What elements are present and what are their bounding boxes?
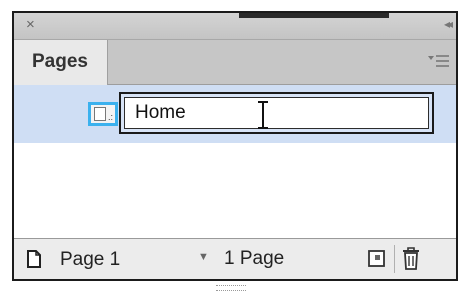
canvas: × ◂◂ Pages .: Home Page 1 ▼ 1 Page bbox=[0, 0, 460, 295]
new-page-icon[interactable] bbox=[366, 247, 388, 269]
panel-titlebar[interactable]: × ◂◂ bbox=[14, 13, 456, 40]
page-row[interactable]: .: bbox=[14, 85, 456, 143]
close-icon[interactable]: × bbox=[26, 17, 35, 33]
page-rename-field[interactable] bbox=[119, 92, 434, 134]
resize-grip[interactable] bbox=[216, 285, 246, 291]
panel-menu-icon[interactable] bbox=[428, 52, 450, 70]
panel-footer: Page 1 ▼ 1 Page bbox=[14, 238, 456, 279]
page-thumbnail-dots: .: bbox=[107, 112, 113, 122]
pages-list: .: bbox=[14, 85, 456, 239]
footer-divider bbox=[394, 245, 395, 273]
page-icon bbox=[26, 250, 42, 273]
chevron-down-icon: ▼ bbox=[198, 251, 209, 263]
page-select[interactable]: Page 1 ▼ bbox=[20, 246, 220, 272]
collapse-panel-icon[interactable]: ◂◂ bbox=[444, 17, 453, 31]
trash-icon[interactable] bbox=[400, 245, 422, 271]
tab-pages[interactable]: Pages bbox=[14, 40, 108, 85]
page-name-input[interactable] bbox=[124, 97, 429, 129]
tab-row: Pages bbox=[14, 40, 456, 85]
page-count: 1 Page bbox=[224, 248, 285, 269]
titlebar-grip bbox=[239, 13, 389, 18]
current-page-label: Page 1 bbox=[60, 249, 121, 270]
pages-panel: × ◂◂ Pages .: Home Page 1 ▼ 1 Page bbox=[12, 11, 458, 281]
page-thumbnail-fold bbox=[94, 107, 106, 121]
page-thumbnail[interactable]: .: bbox=[88, 102, 118, 126]
